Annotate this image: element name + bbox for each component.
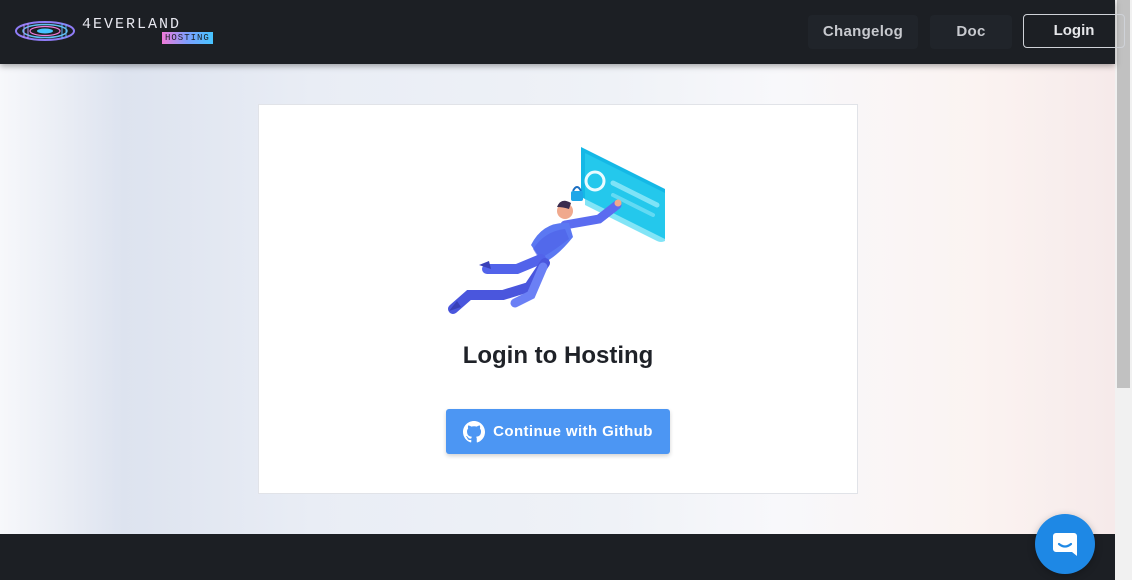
brand-wordmark: 4EVERLAND bbox=[82, 16, 182, 33]
login-title: Login to Hosting bbox=[462, 342, 654, 369]
header-login-button[interactable]: Login bbox=[1023, 14, 1125, 48]
github-icon bbox=[463, 420, 486, 442]
scrollbar-thumb[interactable] bbox=[1117, 0, 1130, 388]
github-button-label: Continue with Github bbox=[493, 423, 653, 440]
top-navbar: 4EVERLAND HOSTING Changelog Doc Login bbox=[0, 0, 1125, 64]
chat-launcher-button[interactable] bbox=[1035, 514, 1095, 574]
main-content: Login to Hosting Continue with Github bbox=[0, 64, 1115, 534]
continue-with-github-button[interactable]: Continue with Github bbox=[446, 409, 670, 454]
nav-changelog-link[interactable]: Changelog bbox=[808, 15, 918, 49]
person-unlocking-card-illustration bbox=[448, 147, 665, 314]
login-card: Login to Hosting Continue with Github bbox=[258, 104, 858, 494]
eye-logo-icon bbox=[15, 21, 75, 41]
vertical-scrollbar[interactable] bbox=[1115, 0, 1132, 580]
page-footer bbox=[0, 534, 1115, 580]
brand-logo[interactable]: 4EVERLAND HOSTING bbox=[14, 14, 226, 48]
chat-bubble-icon bbox=[1053, 533, 1077, 556]
brand-badge: HOSTING bbox=[162, 32, 213, 44]
nav-doc-link[interactable]: Doc bbox=[930, 15, 1012, 49]
